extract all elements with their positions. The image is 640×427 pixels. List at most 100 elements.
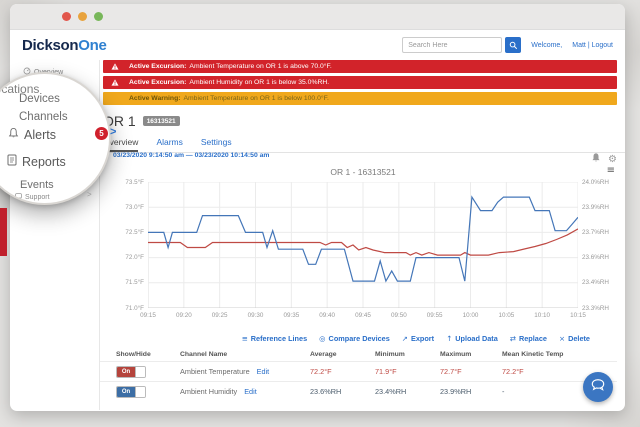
x-tick: 10:05 [492, 312, 520, 319]
sidebar-item-reports[interactable]: Reports [7, 154, 66, 169]
traffic-light-minimize-icon[interactable] [78, 12, 87, 21]
channel-stat-value: 23.4%RH [375, 387, 440, 396]
x-tick: 10:10 [528, 312, 556, 319]
upload-icon: ↑ [446, 334, 452, 343]
gear-icon[interactable]: ⚙ [608, 154, 617, 165]
toolbar-link-label: Delete [566, 334, 590, 343]
channel-stat-value: 72.2°F [310, 367, 375, 376]
toolbar-link-export[interactable]: ↗ Export [402, 334, 434, 343]
table-header-channel-name: Channel Name [180, 351, 310, 358]
delete-icon: × [559, 334, 565, 343]
chart-toolbar: ≡ Reference Lines ◎ Compare Devices ↗ Expo… [100, 334, 590, 343]
chart-title: OR 1 - 16313521 [148, 167, 578, 177]
compare-devices-icon: ◎ [319, 334, 325, 343]
channel-stat-value: 72.7°F [440, 367, 502, 376]
welcome-link[interactable]: Welcome, [531, 42, 562, 49]
table-header-row: Show/HideChannel NameAverageMinimumMaxim… [100, 348, 617, 361]
browser-window: DicksonOne Welcome, Matt | Logout [10, 4, 625, 411]
toggle-knob [135, 367, 145, 377]
toggle-state-label: On [117, 367, 135, 377]
reference-lines-icon: ≡ [242, 334, 248, 343]
chevron-right-icon[interactable]: > [110, 126, 116, 138]
alert-banner-danger[interactable]: Active Excursion: Ambient Temperature on… [103, 60, 617, 73]
x-tick: 09:50 [385, 312, 413, 319]
traffic-light-zoom-icon[interactable] [94, 12, 103, 21]
tab-settings[interactable]: Settings [201, 137, 232, 152]
toolbar-link-delete[interactable]: × Delete [559, 334, 590, 343]
toolbar-link-label: Replace [517, 334, 547, 343]
toggle-state-label: On [117, 387, 135, 397]
date-range-link[interactable]: 03/23/2020 9:14:50 am — 03/23/2020 10:14… [113, 152, 269, 159]
app-header: DicksonOne Welcome, Matt | Logout [10, 30, 625, 60]
app-logo[interactable]: DicksonOne [22, 37, 107, 54]
table-header-maximum: Maximum [440, 351, 502, 358]
replace-icon: ⇄ [510, 334, 516, 343]
user-logout-links[interactable]: Matt | Logout [572, 42, 613, 49]
search-box [402, 37, 521, 53]
x-tick: 10:15 [564, 312, 592, 319]
banner-prefix: Active Excursion: [129, 79, 186, 86]
banner-text: Ambient Humidity on OR 1 is below 35.0%R… [189, 79, 329, 86]
channel-stat-value: 23.6%RH [310, 387, 375, 396]
toolbar-link-upload-data[interactable]: ↑ Upload Data [446, 334, 498, 343]
x-tick: 09:15 [134, 312, 162, 319]
y-right-tick: 23.7%RH [582, 229, 622, 236]
show-hide-toggle[interactable]: On [116, 386, 146, 398]
y-left-tick: 72.5°F [114, 229, 144, 236]
channel-name: Ambient Temperature [180, 367, 250, 376]
tab-bar: OverviewAlarmsSettings [103, 137, 625, 152]
toolbar-link-label: Upload Data [453, 334, 498, 343]
x-tick: 09:55 [421, 312, 449, 319]
chat-square-icon [15, 193, 22, 202]
banner-prefix: Active Excursion: [129, 63, 186, 70]
edit-link[interactable]: Edit [257, 367, 270, 376]
y-right-tick: 23.6%RH [582, 254, 622, 261]
alert-banner-warning[interactable]: Active Warning: Ambient Temperature on O… [103, 92, 617, 105]
chart-plot [148, 182, 578, 308]
channel-stat-value: 23.9%RH [440, 387, 502, 396]
y-left-tick: 73.5°F [114, 179, 144, 186]
sidebar-item-alerts[interactable]: Alerts [8, 127, 56, 142]
chart-svg [148, 182, 578, 308]
table-header-minimum: Minimum [375, 351, 440, 358]
edit-link[interactable]: Edit [244, 387, 257, 396]
page-background: DicksonOne Welcome, Matt | Logout [0, 0, 640, 427]
chat-button[interactable] [583, 372, 613, 402]
x-tick: 09:35 [277, 312, 305, 319]
toolbar-link-replace[interactable]: ⇄ Replace [510, 334, 547, 343]
show-hide-toggle[interactable]: On [116, 366, 146, 378]
tab-alarms[interactable]: Alarms [156, 137, 182, 152]
table-row: OnAmbient HumidityEdit23.6%RH23.4%RH23.9… [100, 381, 617, 401]
sidebar-item-channels[interactable]: Channels [19, 111, 68, 123]
y-right-tick: 23.4%RH [582, 279, 622, 286]
x-tick: 09:30 [242, 312, 270, 319]
banner-text: Ambient Temperature on OR 1 is below 100… [183, 95, 328, 102]
sidebar-item-devices[interactable]: Devices [19, 93, 60, 105]
alerts-count-badge[interactable]: 5 [95, 127, 108, 140]
traffic-light-close-icon[interactable] [62, 12, 71, 21]
y-right-tick: 23.3%RH [582, 305, 622, 312]
search-input[interactable] [402, 37, 502, 53]
alert-banner-danger[interactable]: Active Excursion: Ambient Humidity on OR… [103, 76, 617, 89]
chart-menu-icon[interactable]: ≡ [607, 165, 615, 176]
toggle-knob [135, 387, 145, 397]
chevron-right-icon[interactable]: > [87, 190, 92, 199]
sidebar-item-support[interactable]: Support [15, 193, 50, 202]
sidebar-item-events[interactable]: Events [20, 179, 54, 191]
toolbar-link-compare-devices[interactable]: ◎ Compare Devices [319, 334, 390, 343]
channels-table: Show/HideChannel NameAverageMinimumMaxim… [100, 348, 617, 401]
x-tick: 09:25 [206, 312, 234, 319]
banner-text: Ambient Temperature on OR 1 is above 70.… [189, 63, 331, 70]
warning-triangle-icon [111, 79, 119, 86]
bell-icon[interactable] [591, 150, 601, 168]
x-tick: 10:00 [457, 312, 485, 319]
x-tick: 09:40 [313, 312, 341, 319]
alert-banners: Active Excursion: Ambient Temperature on… [100, 60, 625, 105]
banner-prefix: Active Warning: [129, 95, 180, 102]
main-content: Active Excursion: Ambient Temperature on… [100, 60, 625, 410]
search-button[interactable] [505, 37, 521, 53]
y-left-tick: 71.5°F [114, 279, 144, 286]
export-icon: ↗ [402, 334, 408, 343]
toolbar-link-reference-lines[interactable]: ≡ Reference Lines [242, 334, 308, 343]
table-header-mean-kinetic-temp: Mean Kinetic Temp [502, 351, 617, 358]
